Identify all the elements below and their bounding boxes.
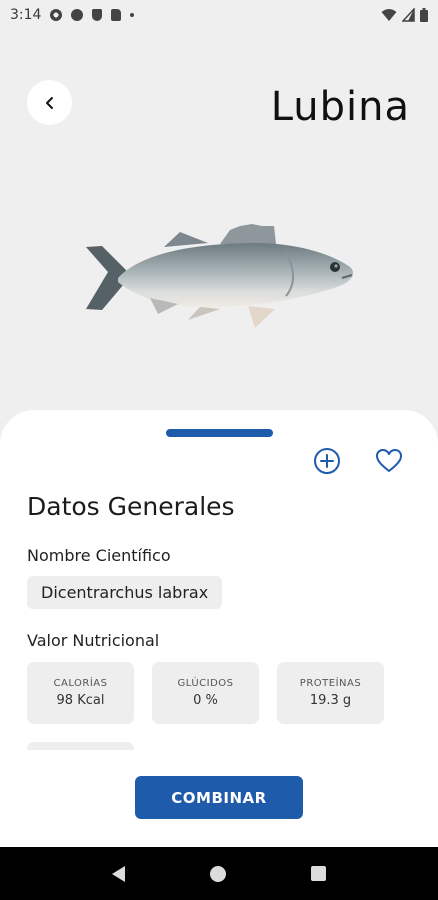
nutrition-card-carbs: GLÚCIDOS 0 % [152, 662, 259, 724]
plus-circle-icon [314, 448, 340, 474]
section-title: Datos Generales [27, 492, 235, 521]
fish-image [86, 224, 354, 328]
favorite-button[interactable] [374, 446, 404, 476]
dot-icon [130, 13, 135, 17]
back-button[interactable] [27, 80, 72, 125]
status-bar: 3:14 [0, 0, 438, 30]
nutrition-value: 0 % [193, 693, 218, 708]
nav-home-icon[interactable] [209, 865, 226, 882]
sd-card-icon [111, 9, 122, 21]
nutrition-value: 19.3 g [309, 693, 352, 708]
shield-icon [92, 9, 103, 21]
heart-icon [376, 449, 402, 472]
nutrition-card-proteins: PROTEÍNAS 19.3 g [277, 662, 384, 724]
wifi-icon [381, 9, 397, 21]
add-button[interactable] [312, 446, 342, 476]
scientific-name-chip: Dicentrarchus labrax [27, 576, 223, 609]
chevron-left-icon [45, 96, 53, 109]
nutrition-card-partial [27, 742, 134, 750]
details-sheet: Datos Generales Nombre Científico Dicent… [0, 410, 438, 847]
scientific-name-label: Nombre Científico [27, 546, 171, 565]
nutrition-key: CALORÍAS [53, 678, 108, 689]
nutrition-key: GLÚCIDOS [177, 678, 234, 689]
nutrition-label: Valor Nutricional [27, 631, 160, 650]
nutrition-card-calories: CALORÍAS 98 Kcal [27, 662, 134, 724]
nav-recents-icon[interactable] [310, 866, 326, 881]
nutrition-value: 98 Kcal [56, 693, 105, 708]
a-icon [71, 9, 84, 21]
combine-button[interactable]: COMBINAR [135, 776, 303, 819]
battery-icon [420, 8, 428, 22]
drag-handle[interactable] [166, 429, 273, 437]
signal-icon [402, 8, 415, 22]
nav-back-icon[interactable] [112, 865, 126, 882]
gear-icon [50, 9, 63, 21]
page-title: Lubina [270, 84, 410, 130]
system-nav-bar [0, 847, 438, 900]
nutrition-key: PROTEÍNAS [299, 678, 362, 689]
status-time: 3:14 [10, 7, 42, 23]
